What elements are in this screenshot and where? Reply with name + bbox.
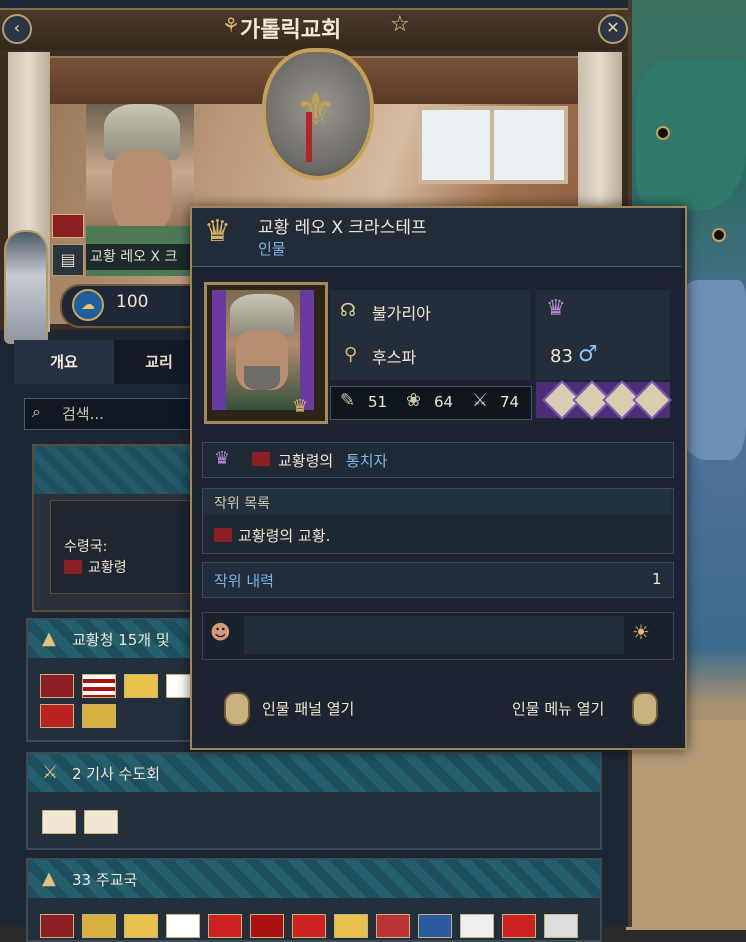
realm-flag[interactable]	[52, 214, 84, 238]
tab-bar: 개요 교리	[14, 340, 204, 384]
faith-name[interactable]: 후스파	[372, 344, 416, 368]
character-name: 교황 레오 X 크라스테프	[258, 218, 427, 238]
title-flag[interactable]	[40, 674, 74, 698]
diocese-flag[interactable]	[502, 914, 536, 938]
papal-states-flag[interactable]	[252, 452, 270, 466]
papal-emblem-icon: ⚘	[222, 13, 240, 37]
diplomacy-skill: 64	[434, 393, 454, 411]
relations-bar	[244, 616, 624, 654]
diocese-flag[interactable]	[250, 914, 284, 938]
head-of-faith-name[interactable]: 교황 레오 X 크	[86, 244, 196, 270]
crown-icon: ♛	[214, 448, 231, 469]
page-title: 가톨릭교회	[240, 18, 342, 43]
open-character-panel-hint[interactable]: 인물 패널 열기	[262, 698, 354, 719]
mitre-icon: ▲	[42, 868, 56, 889]
close-button[interactable]: ✕	[598, 14, 628, 44]
crown-icon: ♛	[204, 214, 231, 249]
diocese-flag[interactable]	[334, 914, 368, 938]
titles-label: 작위 목록	[214, 496, 270, 512]
section-title: 33 주교국	[72, 871, 138, 889]
tab-overview[interactable]: 개요	[14, 340, 114, 384]
portrait-face	[112, 150, 172, 230]
diocese-flag[interactable]	[40, 914, 74, 938]
star-icon[interactable]: ☆	[390, 12, 410, 37]
primary-title-row	[202, 442, 674, 478]
sword-icon: ⚔	[42, 762, 59, 783]
order-flag[interactable]	[42, 810, 76, 834]
diocese-flag[interactable]	[544, 914, 578, 938]
dove-icon: ❀	[406, 390, 422, 411]
culture-name[interactable]: 불가리아	[372, 300, 431, 324]
map-holding-marker[interactable]	[656, 126, 670, 140]
knight-orders-section: ⚔ 2 기사 수도회	[26, 752, 602, 850]
fervor-icon: ☁	[72, 289, 104, 321]
male-icon: ♂	[578, 342, 598, 367]
title-flag[interactable]	[82, 704, 116, 728]
fresco-window	[418, 106, 496, 184]
holdings-band	[34, 446, 190, 494]
crown-icon: ♛	[546, 296, 566, 321]
order-flag[interactable]	[84, 810, 118, 834]
title-history-label[interactable]: 작위 내력	[214, 570, 274, 591]
section-title: 교황청 15개 및	[72, 631, 170, 649]
search-input[interactable]: 검색...	[62, 403, 182, 424]
papal-states-flag[interactable]	[214, 528, 232, 542]
mitre-icon: ▲	[42, 628, 56, 649]
statue-icon	[4, 230, 48, 344]
diocese-flag[interactable]	[418, 914, 452, 938]
primary-title-role[interactable]: 통치자	[346, 450, 387, 471]
suzerain-label: 수령국:	[64, 539, 108, 555]
fresco-window	[490, 106, 568, 184]
diocese-flag[interactable]	[82, 914, 116, 938]
close-icon: ✕	[606, 18, 620, 37]
title-flag[interactable]	[40, 704, 74, 728]
diocese-flag[interactable]	[124, 914, 158, 938]
suzerain-flag[interactable]	[64, 560, 82, 574]
map-land	[626, 720, 746, 930]
keys-icon: ⚜	[295, 82, 337, 136]
mouse-right-icon	[632, 692, 658, 726]
learning-skill: 51	[368, 393, 388, 411]
add-relation-icon[interactable]: ☻	[210, 620, 231, 644]
title-item[interactable]: 교황령의 교황.	[238, 525, 330, 546]
holy-site-icon[interactable]: ▤	[52, 244, 84, 276]
culture-icon[interactable]: ☊	[340, 300, 356, 321]
portrait-sash	[300, 290, 314, 410]
crossed-swords-icon: ⚔	[472, 390, 489, 411]
dioceses-section: ▲ 33 주교국	[26, 858, 602, 942]
arrow-left-icon: ‹	[13, 18, 21, 37]
title-flag[interactable]	[124, 674, 158, 698]
diocese-flag[interactable]	[292, 914, 326, 938]
diocese-flag[interactable]	[376, 914, 410, 938]
map-land	[636, 60, 746, 210]
primary-title-name[interactable]: 교황령의	[278, 450, 333, 471]
age-value: 83	[550, 346, 573, 367]
chalice-icon[interactable]: ⚲	[344, 344, 357, 365]
diocese-flag[interactable]	[166, 914, 200, 938]
rank-crown-icon: ♛	[292, 396, 309, 417]
martial-skill: 74	[500, 393, 520, 411]
titles-header	[203, 489, 671, 515]
section-title: 2 기사 수도회	[72, 765, 161, 783]
title-history-count: 1	[652, 570, 662, 588]
fervor-value: 100	[116, 292, 149, 312]
map-holding-marker[interactable]	[712, 228, 726, 242]
scroll-icon: ✎	[340, 390, 356, 411]
mouse-left-icon	[224, 692, 250, 726]
character-subtitle: 인물	[258, 240, 286, 258]
back-button[interactable]: ‹	[2, 14, 32, 44]
diocese-flag[interactable]	[208, 914, 242, 938]
open-character-menu-hint[interactable]: 인물 메뉴 열기	[512, 698, 604, 719]
portrait-sash	[212, 290, 226, 410]
portrait-beard	[244, 366, 280, 390]
search-icon: ⌕	[32, 402, 41, 421]
sun-icon[interactable]: ☀	[632, 620, 650, 644]
title-flag[interactable]	[82, 674, 116, 698]
suzerain-name[interactable]: 교황령	[88, 557, 127, 577]
cross-icon	[306, 112, 312, 162]
diocese-flag[interactable]	[460, 914, 494, 938]
